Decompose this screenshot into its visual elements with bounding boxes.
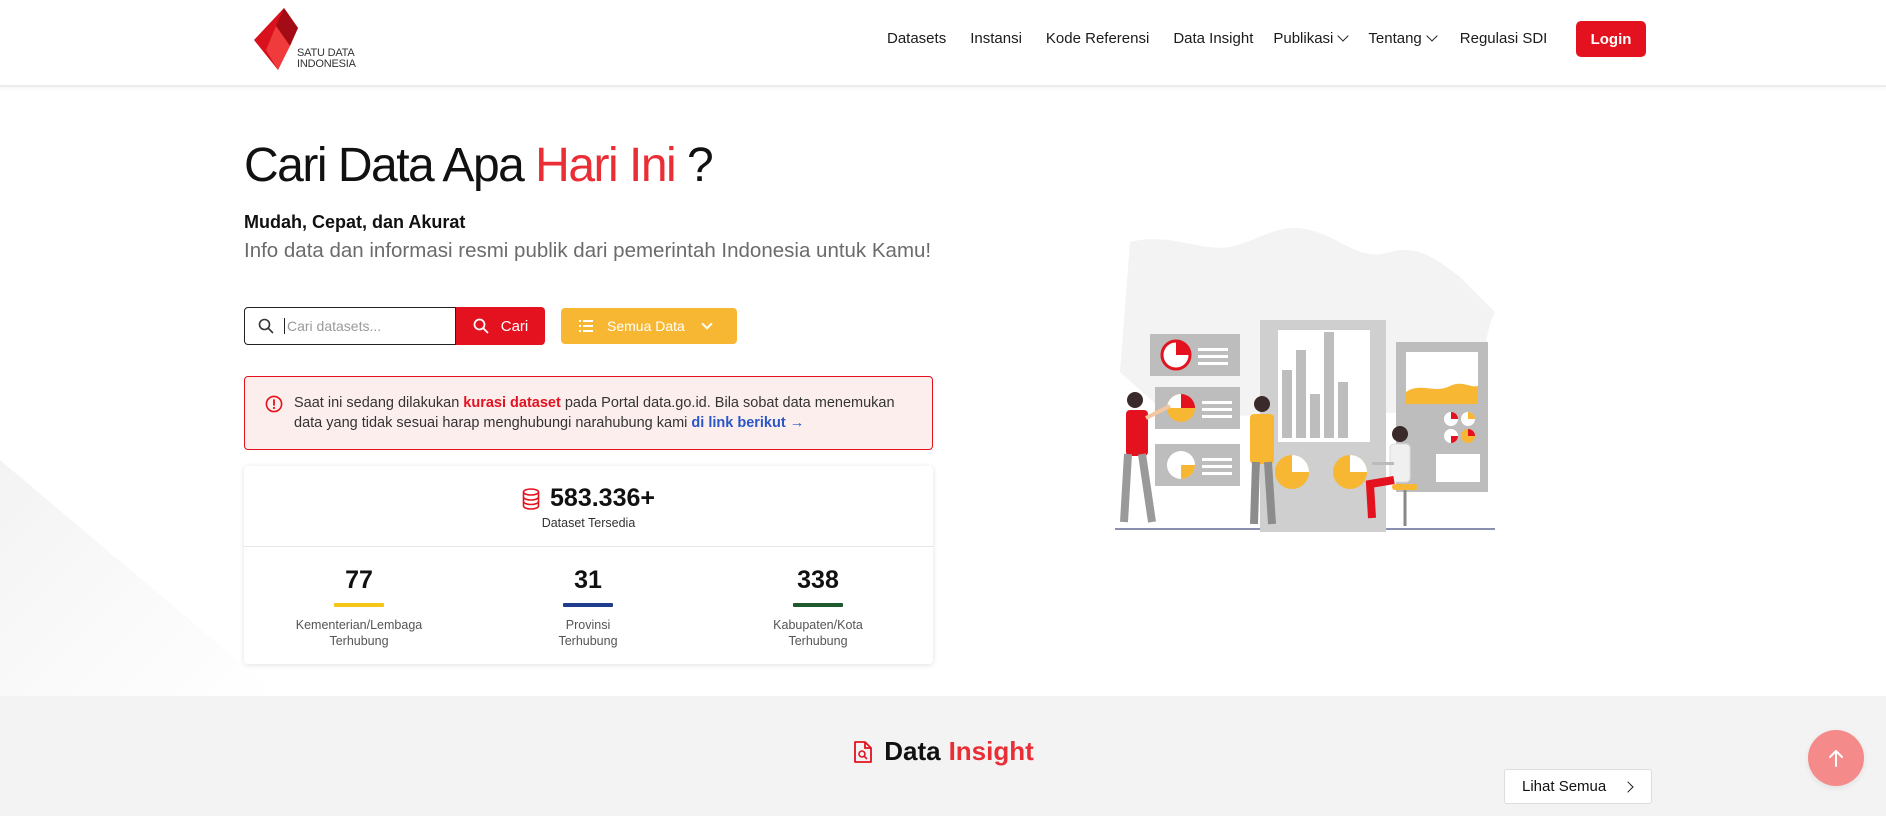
nav-datasets-label: Datasets [887, 30, 947, 47]
total-row: 583.336+ [244, 484, 933, 513]
chevron-down-icon [1426, 30, 1438, 42]
nav-regulasi-sdi[interactable]: Regulasi SDI [1460, 30, 1548, 47]
stat-label-line-1: Kementerian/Lembaga [295, 618, 423, 632]
nav-regulasi-sdi-label: Regulasi SDI [1459, 30, 1548, 47]
login-button[interactable]: Login [1576, 21, 1646, 57]
stat-kementerian: 77 Kementerian/Lembaga Terhubung [244, 566, 474, 649]
search-box [244, 307, 456, 345]
total-datasets: 583.336+ Dataset Tersedia [244, 466, 933, 547]
database-icon [522, 487, 540, 510]
nav-publikasi[interactable]: Publikasi [1273, 30, 1350, 47]
nav-tentang[interactable]: Tentang [1368, 30, 1438, 47]
stat-label-line-1: Kabupaten/Kota [773, 618, 863, 632]
see-all-button[interactable]: Lihat Semua [1504, 769, 1652, 804]
insight-title-main: Data [884, 736, 941, 766]
background-decoration [0, 460, 280, 696]
document-search-icon [854, 740, 873, 763]
stat-value: 338 [797, 566, 839, 594]
chevron-down-icon [701, 318, 713, 330]
main-nav: Datasets Instansi Kode Referensi Data In… [887, 30, 1547, 47]
alert-message: Saat ini sedang dilakukan kurasi dataset… [294, 393, 924, 433]
info-icon [265, 395, 283, 413]
stat-label-line-1: Provinsi [565, 618, 611, 632]
stat-label-line-2: Terhubung [329, 634, 389, 648]
stat-kabupaten-kota: 338 Kabupaten/Kota Terhubung [703, 566, 933, 649]
search-button-label: Cari [500, 317, 529, 335]
nav-instansi-label: Instansi [970, 30, 1022, 47]
alert-highlight: kurasi dataset [463, 395, 561, 411]
logo-line-2: INDONESIA [297, 58, 356, 70]
stat-label-line-2: Terhubung [558, 634, 618, 648]
stat-color-bar [334, 603, 384, 607]
stat-color-bar [793, 603, 843, 607]
stats-card: 583.336+ Dataset Tersedia 77 Kementerian… [244, 466, 933, 664]
hero-title: Cari Data Apa Hari Ini ? [244, 138, 714, 193]
alert-contact-link[interactable]: di link berikut → [691, 415, 804, 431]
stat-value: 77 [345, 566, 373, 594]
nav-tentang-label: Tentang [1368, 30, 1422, 47]
chevron-right-icon [1622, 780, 1634, 793]
nav-datasets[interactable]: Datasets [887, 30, 946, 47]
search-icon [473, 318, 489, 334]
scroll-to-top-button[interactable] [1808, 730, 1864, 786]
hero-subtitle: Info data dan informasi resmi publik dar… [244, 239, 932, 262]
nav-kode-referensi[interactable]: Kode Referensi [1046, 30, 1149, 47]
nav-publikasi-label: Publikasi [1273, 30, 1334, 47]
data-insight-heading: Data Insight [0, 736, 1886, 767]
data-filter-label: Semua Data [607, 318, 685, 334]
hero-title-highlight: Hari Ini [535, 139, 677, 192]
site-header: SATU DATA INDONESIA Datasets Instansi Ko… [0, 0, 1886, 87]
hero-title-main: Cari Data Apa [244, 139, 536, 192]
curation-alert: Saat ini sedang dilakukan kurasi dataset… [244, 376, 933, 450]
logo-text: SATU DATA INDONESIA [297, 48, 356, 70]
stat-value: 31 [574, 566, 602, 594]
stat-provinsi: 31 Provinsi Terhubung [473, 566, 703, 649]
total-dataset-count: 583.336+ [550, 484, 655, 512]
chevron-down-icon [1337, 30, 1350, 42]
nav-kode-referensi-label: Kode Referensi [1045, 30, 1150, 47]
search-input[interactable] [284, 318, 434, 334]
data-filter-dropdown[interactable]: Semua Data [561, 308, 737, 344]
search-icon [258, 318, 274, 334]
list-icon [579, 320, 593, 332]
arrow-up-icon [1829, 750, 1843, 767]
nav-data-insight[interactable]: Data Insight [1173, 30, 1253, 47]
stat-color-bar [563, 603, 613, 607]
hero-tagline: Mudah, Cepat, dan Akurat [244, 212, 466, 232]
nav-instansi[interactable]: Instansi [970, 30, 1022, 47]
hero-title-end: ? [675, 139, 714, 192]
stat-label-line-2: Terhubung [788, 634, 848, 648]
see-all-label: Lihat Semua [1522, 778, 1607, 795]
alert-text-before: Saat ini sedang dilakukan [294, 395, 464, 411]
total-dataset-label: Dataset Tersedia [541, 516, 636, 530]
insight-title-highlight: Insight [948, 736, 1034, 766]
nav-data-insight-label: Data Insight [1173, 30, 1254, 47]
search-button[interactable]: Cari [456, 307, 545, 345]
hero-illustration [1115, 227, 1495, 532]
